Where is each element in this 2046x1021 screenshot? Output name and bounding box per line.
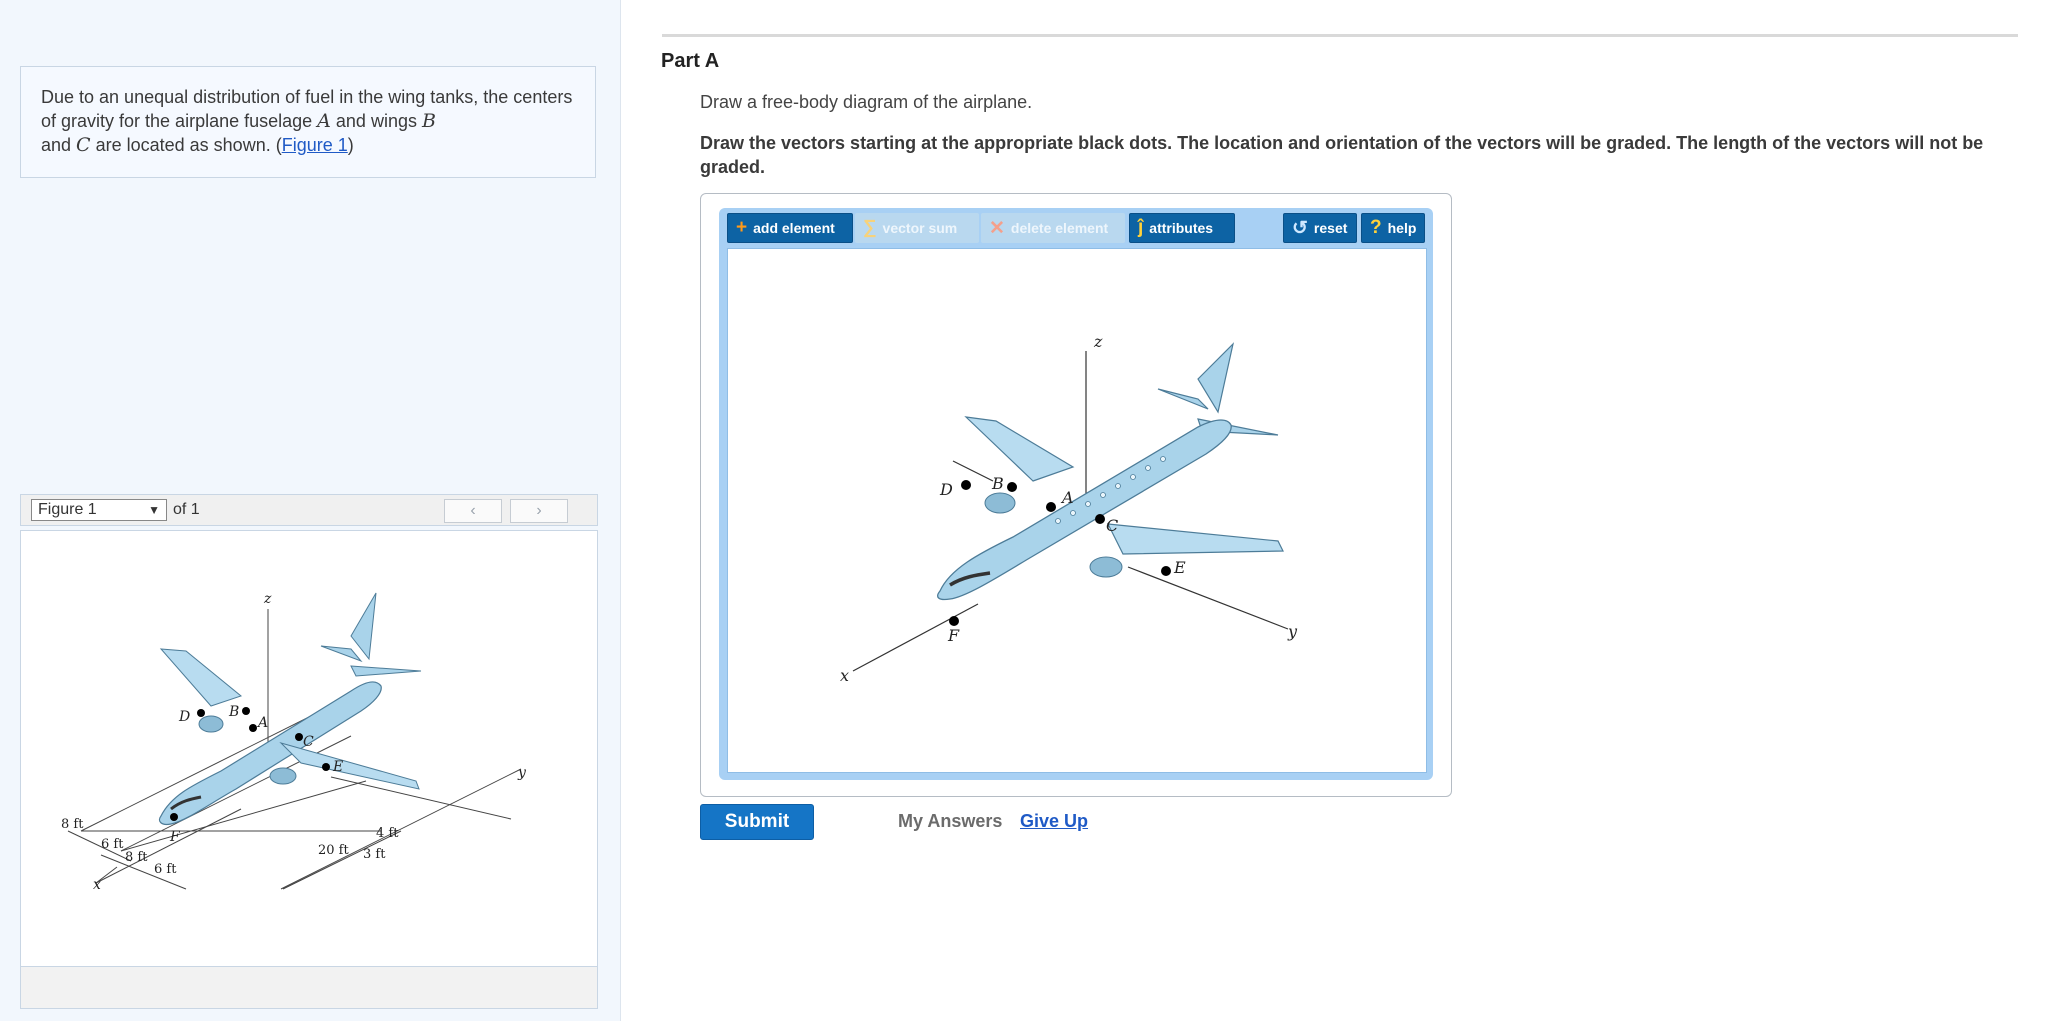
help-icon: ? <box>1370 217 1382 238</box>
problem-pane: Due to an unequal distribution of fuel i… <box>0 0 621 1021</box>
delete-element-button[interactable]: ✕ delete element <box>981 213 1125 243</box>
figure-footer <box>20 967 598 1009</box>
reset-button[interactable]: ↺ reset <box>1283 213 1357 243</box>
figure-navigator: Figure 1 ▼ of 1 ‹ › <box>20 494 598 526</box>
var-c: C <box>76 134 91 156</box>
figure-select[interactable]: Figure 1 ▼ <box>31 499 167 521</box>
vector-sum-label: vector sum <box>882 220 958 236</box>
reset-label: reset <box>1313 220 1348 236</box>
svg-text:x: x <box>93 877 101 893</box>
problem-text-1: Due to an unequal distribution of fuel i… <box>41 87 573 131</box>
delete-element-label: delete element <box>1010 220 1109 236</box>
svg-text:z: z <box>263 591 272 607</box>
problem-text-2: and wings <box>330 111 422 131</box>
svg-text:A: A <box>256 715 268 731</box>
delete-icon: ✕ <box>989 217 1005 239</box>
drawing-canvas[interactable]: D B A C E F z x y <box>727 248 1427 773</box>
svg-text:8 ft: 8 ft <box>61 817 84 832</box>
chevron-down-icon: ▼ <box>148 503 160 517</box>
svg-text:F: F <box>169 829 181 845</box>
reset-icon: ↺ <box>1292 217 1308 239</box>
problem-statement: Due to an unequal distribution of fuel i… <box>20 66 596 178</box>
svg-text:4 ft: 4 ft <box>376 826 399 841</box>
attributes-icon: ĵ <box>1138 217 1144 238</box>
figure-select-value: Figure 1 <box>38 501 97 518</box>
svg-text:z: z <box>1093 332 1103 351</box>
problem-text-5: ) <box>347 135 354 155</box>
attributes-label: attributes <box>1149 220 1214 236</box>
svg-text:y: y <box>1287 622 1298 641</box>
help-button[interactable]: ? help <box>1361 213 1425 243</box>
svg-text:A: A <box>1060 488 1074 507</box>
var-a: A <box>317 110 331 132</box>
sum-icon: ∑ <box>863 217 877 238</box>
canvas-airplane: D B A C E F z x y <box>840 332 1298 685</box>
svg-text:8 ft: 8 ft <box>125 850 148 865</box>
add-element-button[interactable]: + add element <box>727 213 853 243</box>
instruction-text: Draw a free-body diagram of the airplane… <box>700 92 1033 112</box>
my-answers-label: My Answers <box>898 811 1003 831</box>
bold-instruction-text: Draw the vectors starting at the appropr… <box>700 133 1984 177</box>
attributes-button[interactable]: ĵ attributes <box>1129 213 1235 243</box>
drawing-tool-panel: + add element ∑ vector sum ✕ delete elem… <box>719 208 1433 780</box>
svg-text:C: C <box>1106 516 1118 535</box>
svg-text:3 ft: 3 ft <box>363 847 386 862</box>
svg-text:C: C <box>303 734 314 750</box>
help-label: help <box>1387 220 1417 236</box>
svg-text:D: D <box>178 709 190 725</box>
vector-sum-button[interactable]: ∑ vector sum <box>855 213 979 243</box>
svg-text:F: F <box>947 626 960 645</box>
drawing-tool: + add element ∑ vector sum ✕ delete elem… <box>700 193 1452 797</box>
airplane-figure: B A C D E F z x y 8 ft 6 ft 8 ft 6 ft 20… <box>61 591 527 893</box>
svg-text:B: B <box>228 704 239 720</box>
svg-text:6 ft: 6 ft <box>154 862 177 877</box>
problem-text-4: are located as shown. ( <box>90 135 282 155</box>
add-element-label: add element <box>753 220 835 236</box>
svg-text:B: B <box>991 474 1004 493</box>
figure-panel: B A C D E F z x y 8 ft 6 ft 8 ft 6 ft 20… <box>20 530 598 967</box>
svg-text:E: E <box>1173 558 1186 577</box>
divider <box>662 34 2018 37</box>
svg-text:x: x <box>840 666 849 685</box>
give-up-link[interactable]: Give Up <box>1020 811 1088 832</box>
svg-text:D: D <box>939 480 953 499</box>
figure-count: of 1 <box>173 501 200 518</box>
toolbar: + add element ∑ vector sum ✕ delete elem… <box>727 213 1425 243</box>
chevron-left-icon: ‹ <box>470 502 476 519</box>
chevron-right-icon: › <box>536 502 542 519</box>
figure-link[interactable]: Figure 1 <box>282 135 348 155</box>
svg-text:20 ft: 20 ft <box>318 843 349 858</box>
svg-text:E: E <box>332 759 343 775</box>
problem-text-3: and <box>41 135 77 155</box>
svg-text:y: y <box>517 765 527 781</box>
submit-button[interactable]: Submit <box>700 804 814 840</box>
var-b: B <box>421 110 436 132</box>
prev-figure-button[interactable]: ‹ <box>444 499 502 523</box>
part-title: Part A <box>661 50 720 72</box>
svg-text:6 ft: 6 ft <box>101 837 124 852</box>
plus-icon: + <box>736 217 748 238</box>
next-figure-button[interactable]: › <box>510 499 568 523</box>
